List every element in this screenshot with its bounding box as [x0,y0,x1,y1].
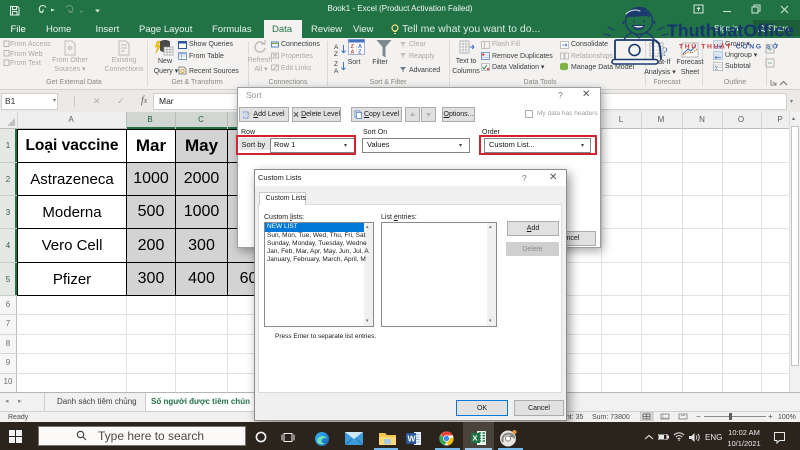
svg-text:Z: Z [334,61,338,68]
svg-text:A: A [334,44,339,51]
svg-text:ThuthuatOffice: ThuthuatOffice [667,21,794,41]
svg-text:W: W [408,434,417,444]
svg-text:X: X [473,434,478,443]
svg-text:A: A [334,68,339,73]
svg-text:A: A [351,50,355,56]
svg-text:Z: Z [334,51,338,56]
